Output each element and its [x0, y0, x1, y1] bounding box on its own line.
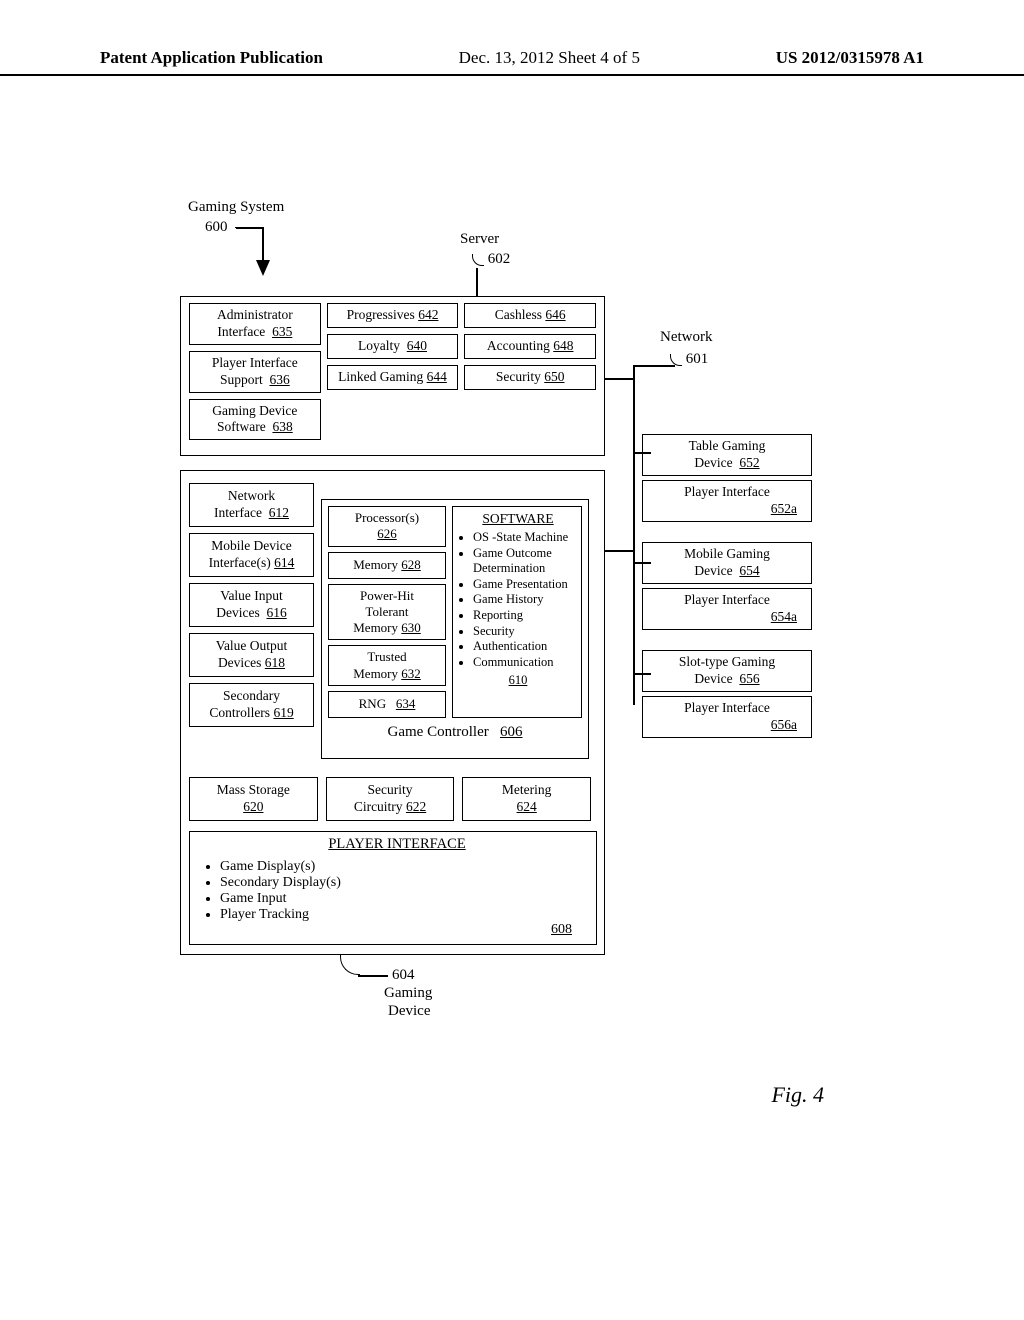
gc-title: Game Controller 606 — [328, 724, 582, 741]
powerhit-memory: Power-HitTolerantMemory 630 — [328, 584, 446, 641]
gaming-system-label: Gaming System — [188, 198, 284, 216]
software-box: SOFTWARE OS -State Machine Game Outcome … — [452, 506, 582, 718]
server-box: AdministratorInterface 635 Player Interf… — [180, 296, 605, 456]
player-interface-box: PLAYER INTERFACE Game Display(s) Seconda… — [189, 831, 597, 945]
pi-item: Player Tracking — [220, 907, 588, 923]
sw-item: OS -State Machine — [473, 530, 577, 546]
gaming-device-label-2: Device — [388, 1002, 430, 1020]
mobile-player-interface: Player Interface654a — [642, 588, 812, 630]
ref-602: 602 — [472, 250, 510, 268]
network-label: Network — [660, 328, 713, 346]
diagram: Gaming System 600 Server 602 Network 601… — [170, 200, 870, 1070]
ref-600: 600 — [205, 219, 228, 235]
sw-item: Game Outcome Determination — [473, 546, 577, 577]
sw-item: Game Presentation — [473, 577, 577, 593]
linked-gaming: Linked Gaming 644 — [327, 365, 459, 390]
processors: Processor(s)626 — [328, 506, 446, 547]
sw-item: Reporting — [473, 608, 577, 624]
table-gaming-pair: Table GamingDevice 652 Player Interface6… — [642, 434, 812, 522]
network-interface: NetworkInterface 612 — [189, 483, 314, 527]
arrow-down-icon — [256, 260, 270, 276]
server-label: Server — [460, 230, 499, 248]
slot-gaming-pair: Slot-type GamingDevice 656 Player Interf… — [642, 650, 812, 738]
pi-item: Secondary Display(s) — [220, 875, 588, 891]
trusted-memory: TrustedMemory 632 — [328, 645, 446, 686]
admin-interface: AdministratorInterface 635 — [189, 303, 321, 345]
publication-label: Patent Application Publication — [100, 48, 323, 68]
page: Patent Application Publication Dec. 13, … — [0, 0, 1024, 1320]
game-controller-box: Processor(s)626 Memory 628 Power-HitTole… — [321, 499, 589, 759]
progressives: Progressives 642 — [327, 303, 459, 328]
gaming-device-box: NetworkInterface 612 Mobile DeviceInterf… — [180, 470, 605, 955]
loyalty: Loyalty 640 — [327, 334, 459, 359]
sw-item: Game History — [473, 592, 577, 608]
secondary-controllers: SecondaryControllers 619 — [189, 683, 314, 727]
metering: Metering624 — [462, 777, 591, 821]
accounting: Accounting 648 — [464, 334, 596, 359]
value-input-devices: Value InputDevices 616 — [189, 583, 314, 627]
ref-610: 610 — [459, 673, 577, 689]
table-gaming-device: Table GamingDevice 652 — [642, 434, 812, 476]
page-header: Patent Application Publication Dec. 13, … — [0, 48, 1024, 76]
mobile-gaming-device: Mobile GamingDevice 654 — [642, 542, 812, 584]
ref-604: 604 — [392, 966, 415, 984]
value-output-devices: Value OutputDevices 618 — [189, 633, 314, 677]
ref-608: 608 — [551, 922, 572, 938]
pi-item: Game Input — [220, 891, 588, 907]
sw-item: Authentication — [473, 639, 577, 655]
pi-title: PLAYER INTERFACE — [206, 836, 588, 853]
sw-item: Communication — [473, 655, 577, 671]
cashless: Cashless 646 — [464, 303, 596, 328]
publication-number: US 2012/0315978 A1 — [776, 48, 924, 68]
security-circuitry: SecurityCircuitry 622 — [326, 777, 455, 821]
slot-gaming-device: Slot-type GamingDevice 656 — [642, 650, 812, 692]
mobile-gaming-pair: Mobile GamingDevice 654 Player Interface… — [642, 542, 812, 630]
slot-player-interface: Player Interface656a — [642, 696, 812, 738]
figure-caption: Fig. 4 — [771, 1082, 824, 1108]
pi-item: Game Display(s) — [220, 859, 588, 875]
sw-item: Security — [473, 624, 577, 640]
ref-601: 601 — [670, 350, 708, 368]
mobile-device-interface: Mobile DeviceInterface(s) 614 — [189, 533, 314, 577]
player-interface-support: Player InterfaceSupport 636 — [189, 351, 321, 393]
software-title: SOFTWARE — [459, 511, 577, 528]
date-sheet: Dec. 13, 2012 Sheet 4 of 5 — [459, 48, 640, 68]
security-srv: Security 650 — [464, 365, 596, 390]
gaming-device-label-1: Gaming — [384, 984, 432, 1002]
gaming-device-software: Gaming DeviceSoftware 638 — [189, 399, 321, 441]
memory: Memory 628 — [328, 552, 446, 579]
rng: RNG 634 — [328, 691, 446, 718]
table-player-interface: Player Interface652a — [642, 480, 812, 522]
mass-storage: Mass Storage620 — [189, 777, 318, 821]
